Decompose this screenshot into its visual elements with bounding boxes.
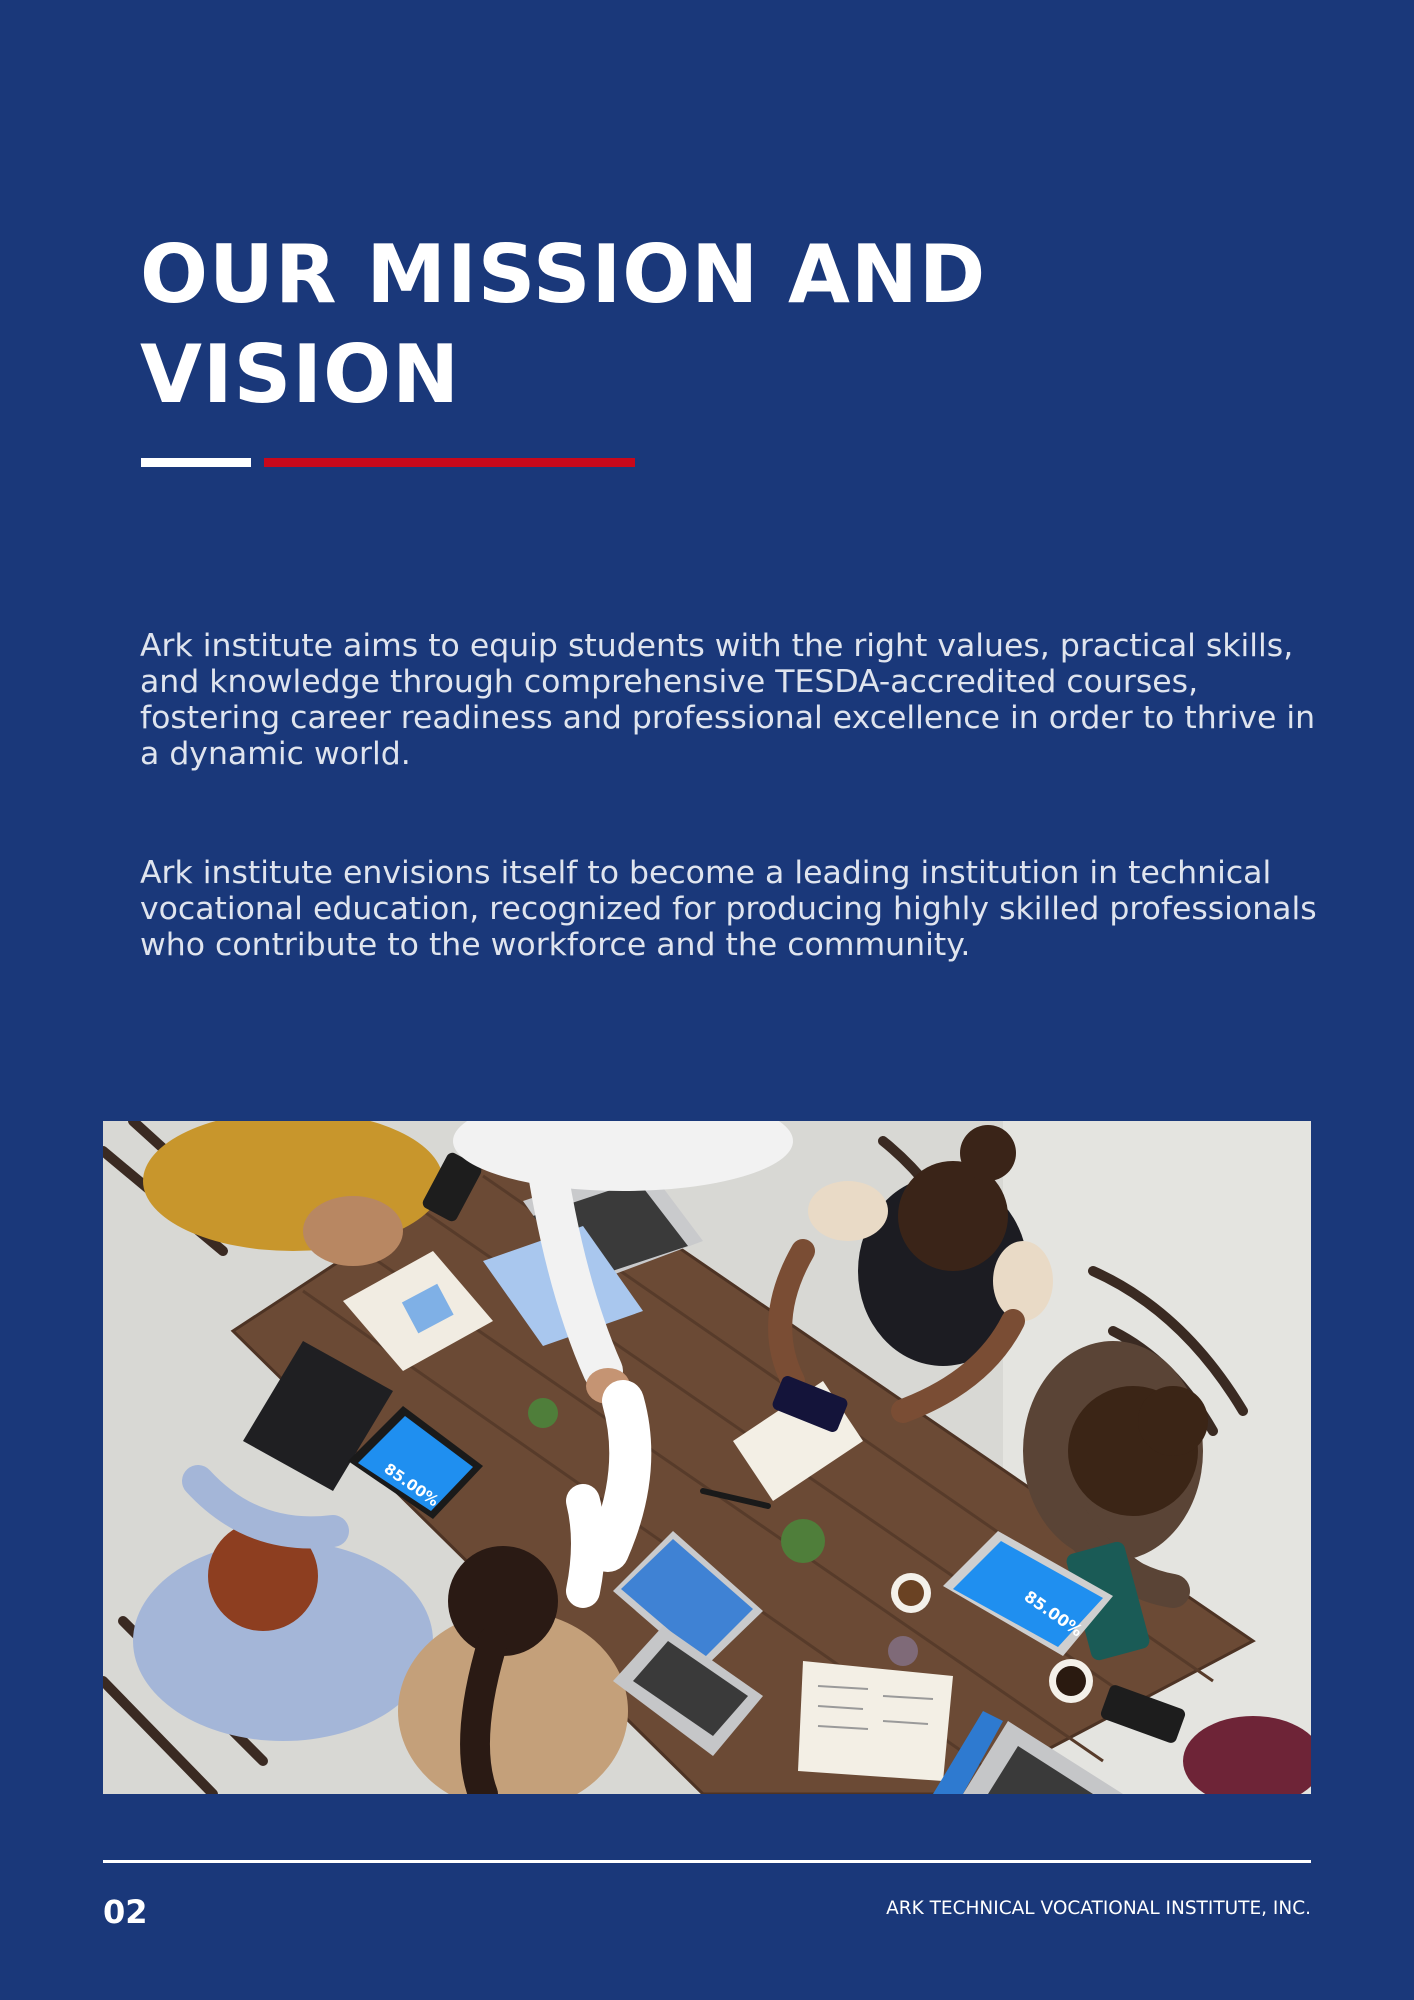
footer-divider bbox=[103, 1860, 1311, 1863]
mission-paragraph: Ark institute aims to equip students wit… bbox=[140, 628, 1316, 772]
organization-name: ARK TECHNICAL VOCATIONAL INSTITUTE, INC. bbox=[886, 1898, 1311, 1919]
team-meeting-illustration: 85.00% 85.00% bbox=[103, 1121, 1311, 1794]
title-underline-white bbox=[141, 458, 251, 467]
title-underline-red bbox=[264, 458, 635, 467]
page-title-line-2: VISION bbox=[140, 328, 461, 421]
team-meeting-photo: 85.00% 85.00% bbox=[103, 1121, 1311, 1794]
page-title: OUR MISSION AND VISION bbox=[140, 225, 986, 425]
page-number: 02 bbox=[103, 1893, 148, 1931]
vision-paragraph: Ark institute envisions itself to become… bbox=[140, 855, 1317, 963]
page-title-line-1: OUR MISSION AND bbox=[140, 228, 987, 321]
